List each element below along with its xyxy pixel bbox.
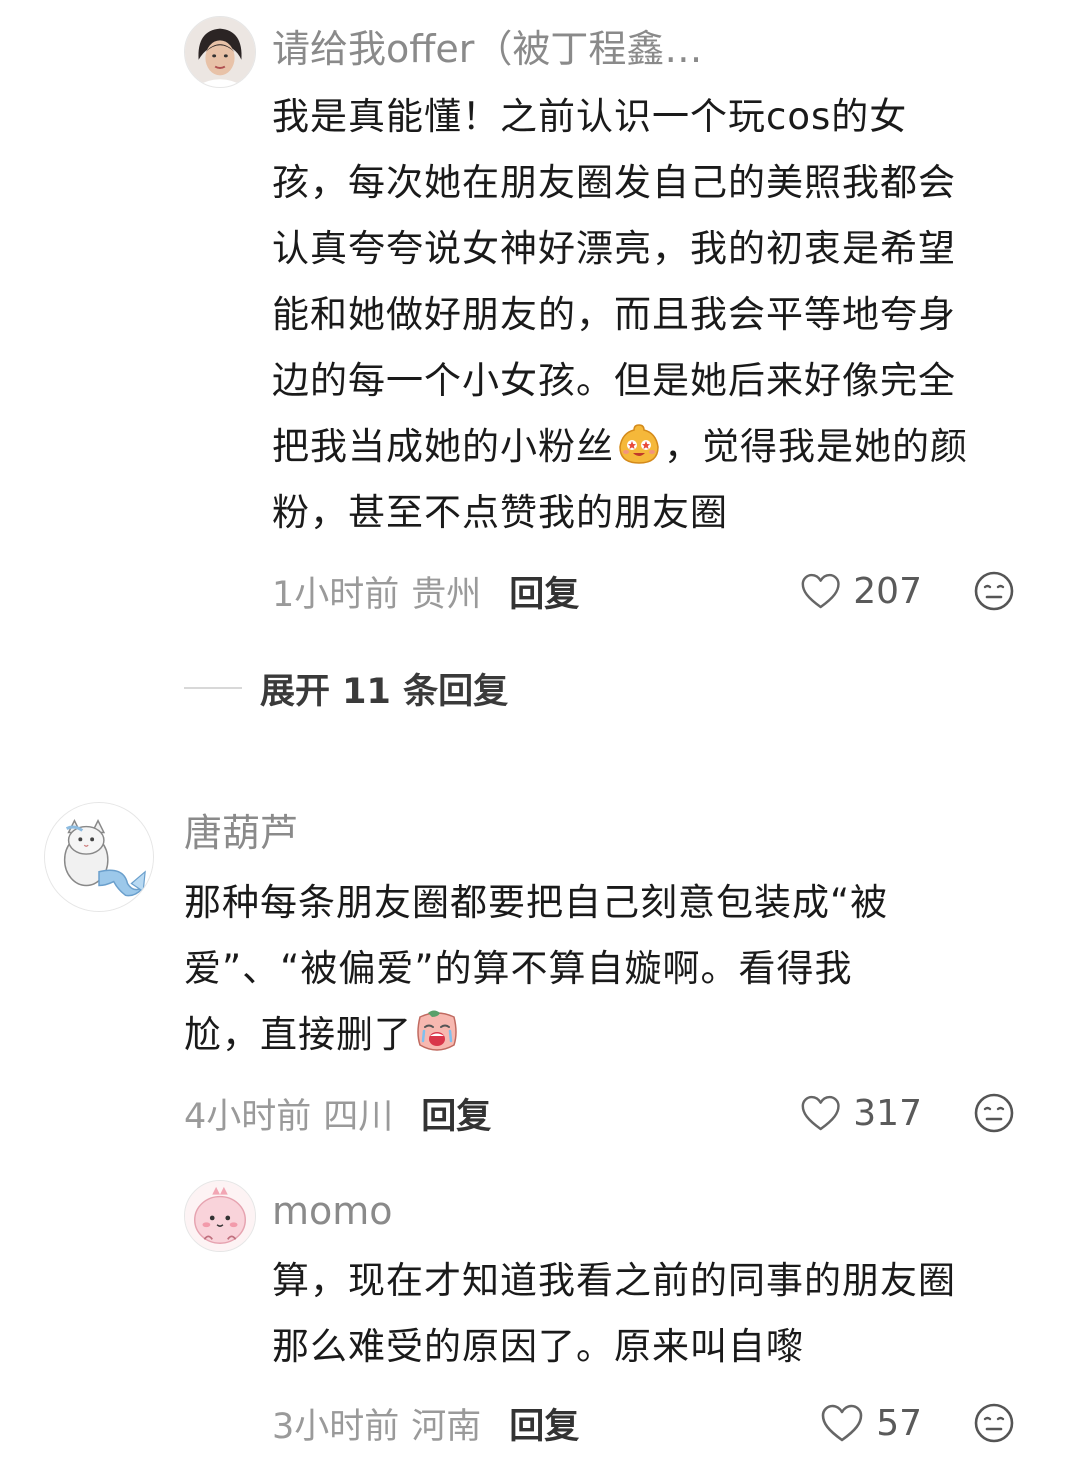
- comment-timestamp: 4小时前: [184, 1096, 312, 1137]
- comment-region: 四川: [323, 1096, 394, 1137]
- like-count: 317: [853, 1092, 922, 1134]
- comment-meta: 4小时前 四川 回复: [184, 1088, 491, 1139]
- pink-blob-avatar-icon: [185, 1181, 255, 1251]
- comment-time-location: 3小时前 河南: [272, 1398, 481, 1449]
- comment-line: 孩，每次她在朋友圈发自己的美照我都会: [272, 161, 956, 204]
- comment-line: 我是真能懂！之前认识一个玩cos的女: [272, 95, 908, 138]
- like-button[interactable]: 57: [800, 1400, 922, 1446]
- like-button[interactable]: 207: [800, 568, 922, 614]
- expand-replies-label: 展开 11 条回复: [260, 671, 509, 712]
- comment-time-location: 4小时前 四川: [184, 1088, 393, 1139]
- like-button[interactable]: 317: [800, 1090, 922, 1136]
- comment-time-location: 1小时前 贵州: [272, 566, 481, 617]
- like-count: 57: [876, 1402, 922, 1444]
- expand-replies-button[interactable]: 展开 11 条回复: [184, 666, 508, 712]
- comment-line: 认真夸夸说女神好漂亮，我的初衷是希望: [272, 227, 956, 270]
- neutral-face-icon[interactable]: [973, 1092, 1015, 1134]
- neutral-face-icon[interactable]: [973, 1402, 1015, 1444]
- comment-username[interactable]: 唐葫芦: [184, 814, 298, 852]
- comment-thread: 请给我offer（被丁程鑫… 我是真能懂！之前认识一个玩cos的女 孩，每次她在…: [0, 0, 1080, 1472]
- divider-line: [184, 687, 242, 689]
- crying-face-icon: [414, 1009, 460, 1055]
- heart-outline-icon: [800, 1093, 841, 1133]
- heart-outline-icon: [820, 1403, 864, 1443]
- reply-button[interactable]: 回复: [509, 566, 579, 617]
- comment-body: 那种每条朋友圈都要把自己刻意包装成“被 爱”、“被偏爱”的算不算自嫙啊。看得我 …: [184, 870, 888, 1068]
- comment-line: 那种每条朋友圈都要把自己刻意包装成“被: [184, 881, 889, 924]
- comment-body: 算，现在才知道我看之前的同事的朋友圈 那么难受的原因了。原来叫自嚟: [272, 1248, 956, 1380]
- user-avatar[interactable]: [184, 16, 256, 88]
- comment-line: 粉，甚至不点赞我的朋友圈: [272, 491, 728, 534]
- comment-line-segment: 尬，直接删了: [184, 1013, 412, 1056]
- comment-line: 那么难受的原因了。原来叫自嚟: [272, 1325, 804, 1368]
- comment-meta: 1小时前 贵州 回复: [272, 566, 579, 617]
- neutral-face-icon[interactable]: [973, 570, 1015, 612]
- heart-outline-icon: [800, 571, 841, 611]
- comment-line-segment: ，觉得我是她的颜: [664, 425, 968, 468]
- comment-region: 贵州: [411, 574, 482, 615]
- comment-line: 爱”、“被偏爱”的算不算自嫙啊。看得我: [184, 947, 853, 990]
- user-avatar[interactable]: [184, 1180, 256, 1252]
- comment-line: 尬，直接删了: [184, 1002, 888, 1068]
- comment-line-segment: 把我当成她的小粉丝: [272, 425, 614, 468]
- comment-line: 能和她做好朋友的，而且我会平等地夸身: [272, 293, 956, 336]
- portrait-avatar-icon: [185, 17, 255, 87]
- comment-username[interactable]: momo: [272, 1192, 393, 1230]
- starry-eyed-face-icon: [616, 421, 662, 467]
- user-avatar[interactable]: [44, 802, 154, 912]
- comment-line: 边的每一个小女孩。但是她后来好像完全: [272, 359, 956, 402]
- reply-button[interactable]: 回复: [509, 1398, 579, 1449]
- comment-region: 河南: [411, 1406, 482, 1447]
- cat-mermaid-avatar-icon: [45, 803, 153, 911]
- comment-username[interactable]: 请给我offer（被丁程鑫…: [272, 30, 702, 68]
- like-count: 207: [853, 570, 922, 612]
- reply-button[interactable]: 回复: [421, 1088, 491, 1139]
- comment-timestamp: 1小时前: [272, 574, 400, 615]
- comment-line: 算，现在才知道我看之前的同事的朋友圈: [272, 1259, 956, 1302]
- comment-line: 把我当成她的小粉丝 ，觉得我是她的颜: [272, 414, 968, 480]
- comment-timestamp: 3小时前: [272, 1406, 400, 1447]
- comment-body: 我是真能懂！之前认识一个玩cos的女 孩，每次她在朋友圈发自己的美照我都会 认真…: [272, 84, 968, 546]
- comment-meta: 3小时前 河南 回复: [272, 1398, 579, 1449]
